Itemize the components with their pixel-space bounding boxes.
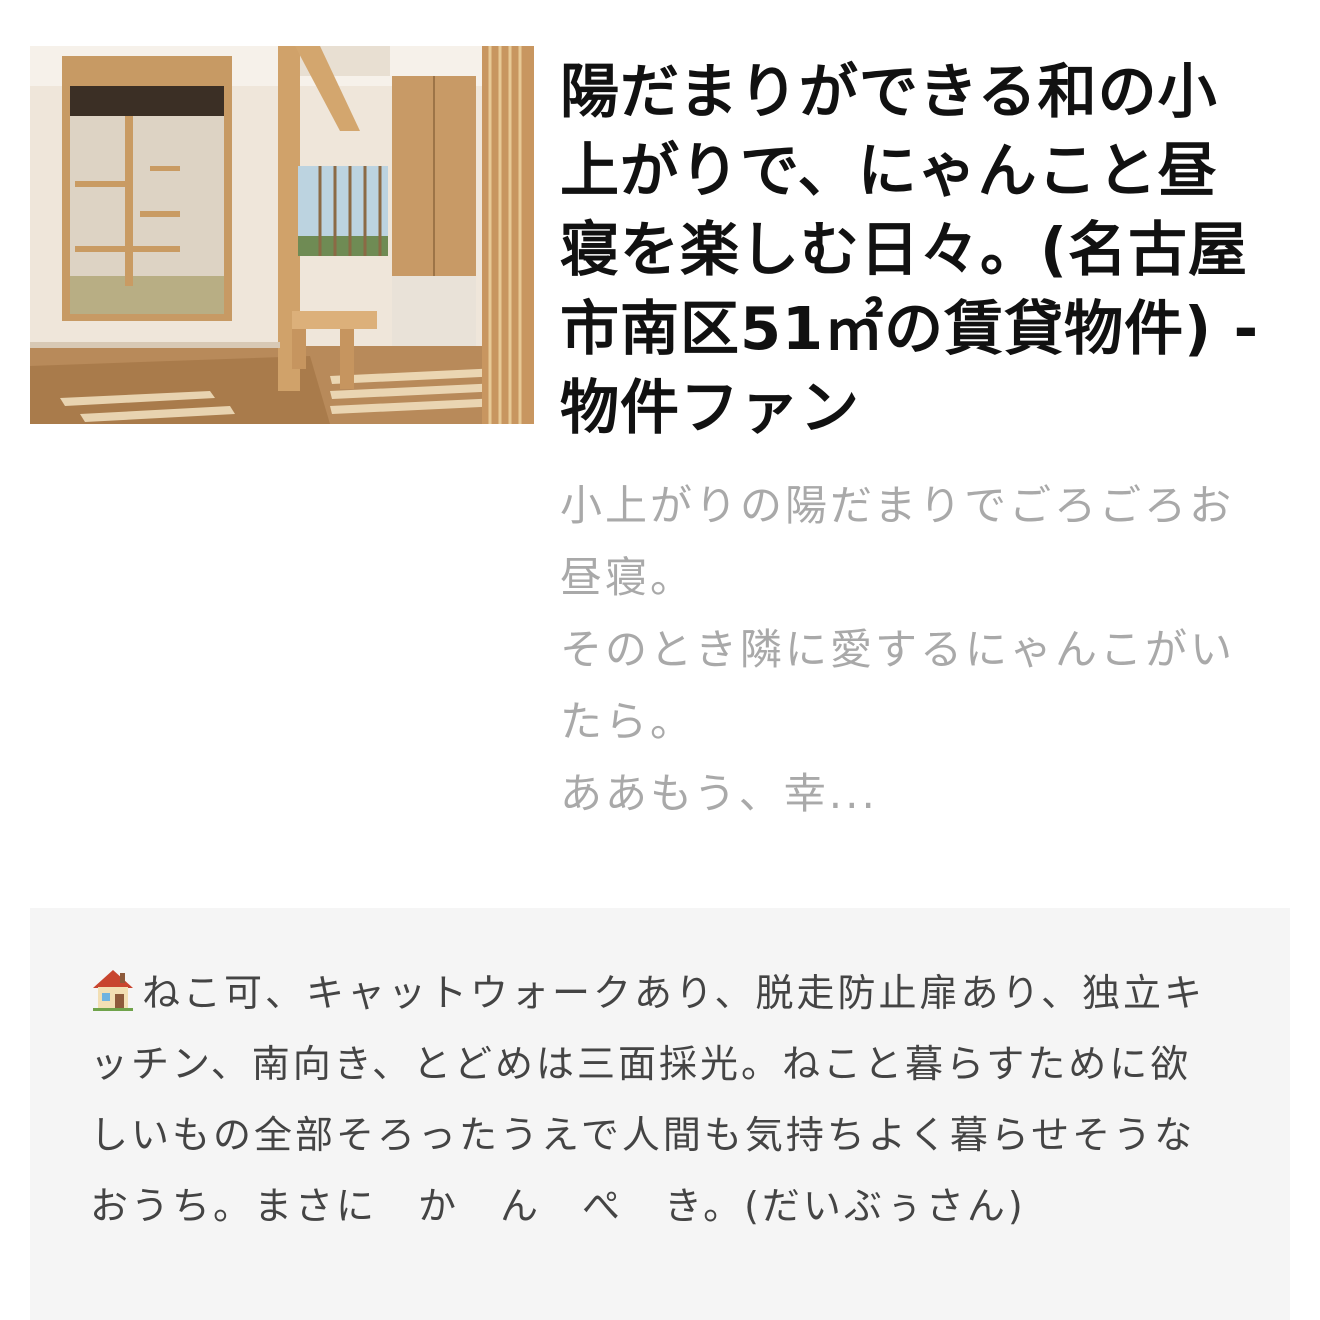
article-link-card[interactable]: 陽だまりができる和の小上がりで、にゃんこと昼寝を楽しむ日々。(名古屋市南区51㎡… [30,46,1290,846]
comment-text-block: ねこ可、キャットウォークあり、脱走防止扉あり、独立キッチン、南向き、とどめは三面… [90,958,1230,1242]
comment-box: ねこ可、キャットウォークあり、脱走防止扉あり、独立キッチン、南向き、とどめは三面… [30,908,1290,1320]
article-description: 小上がりの陽だまりでごろごろお昼寝。 そのとき隣に愛するにゃんこがいたら。 ああ… [560,481,1236,818]
room-photo-icon [30,46,534,424]
article-title[interactable]: 陽だまりができる和の小上がりで、にゃんこと昼寝を楽しむ日々。(名古屋市南区51㎡… [560,52,1270,447]
page: 陽だまりができる和の小上がりで、にゃんこと昼寝を楽しむ日々。(名古屋市南区51㎡… [0,0,1320,1320]
house-icon [90,967,136,1013]
comment-text: ねこ可、キャットウォークあり、脱走防止扉あり、独立キッチン、南向き、とどめは三面… [90,971,1205,1228]
article-thumbnail[interactable] [30,46,534,424]
